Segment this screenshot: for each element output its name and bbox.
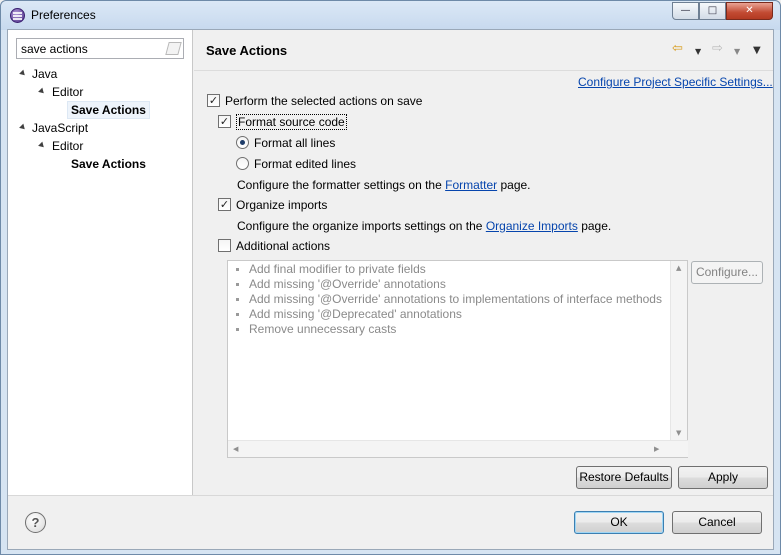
help-icon[interactable]: ? [25,512,46,533]
format-edited-lines-radio[interactable] [236,157,249,170]
header-divider [194,70,773,71]
configure-button[interactable]: Configure... [691,261,763,284]
format-source-label-wrap[interactable]: Format source code [236,114,347,130]
page-title: Save Actions [206,43,288,58]
apply-button[interactable]: Apply [678,466,768,489]
bullet-icon [236,328,239,331]
forward-history-dropdown-icon[interactable]: ▼ [734,45,740,59]
preference-tree-pane: save actions Java Editor Save Actions Ja… [8,30,193,495]
view-menu-icon[interactable]: ▼ [753,44,761,58]
tree-item-java[interactable]: Java [32,65,57,83]
expand-arrow-icon[interactable] [38,87,46,96]
window-title: Preferences [31,8,96,22]
expand-arrow-icon[interactable] [38,141,46,150]
back-history-dropdown-icon[interactable]: ▼ [695,45,701,59]
scroll-left-icon[interactable]: ◀ [233,445,238,453]
preference-page: Save Actions ⇦ ▼ ⇨ ▼ ▼ Configure Project… [194,30,773,495]
scroll-down-icon[interactable]: ▼ [676,429,681,437]
bullet-icon [236,298,239,301]
dialog-client-area: save actions Java Editor Save Actions Ja… [7,29,774,550]
preferences-window: Preferences — □ ✕ save actions Java Edit… [0,0,781,555]
footer-divider [8,495,773,496]
filter-input[interactable]: save actions [16,38,184,59]
organize-imports-description: Configure the organize imports settings … [237,218,611,234]
format-all-lines-label[interactable]: Format all lines [254,135,335,151]
maximize-button[interactable]: □ [699,2,726,20]
title-bar[interactable]: Preferences — □ ✕ [1,1,780,30]
format-source-label[interactable]: Format source code [236,114,347,130]
perform-actions-checkbox[interactable]: ✓ [207,94,220,107]
tree-item-javascript-editor[interactable]: Editor [52,137,83,155]
organize-imports-link[interactable]: Organize Imports [486,219,578,233]
format-edited-lines-label[interactable]: Format edited lines [254,156,356,172]
tree-item-javascript-save-actions[interactable]: Save Actions [71,155,146,173]
tree-item-java-save-actions[interactable]: Save Actions [67,101,150,119]
configure-project-settings-link[interactable]: Configure Project Specific Settings... [578,75,773,89]
back-arrow-icon[interactable]: ⇦ [672,42,683,56]
expand-arrow-icon[interactable] [19,123,27,132]
tree-item-java-editor[interactable]: Editor [52,83,83,101]
minimize-button[interactable]: — [672,2,699,20]
additional-actions-list[interactable]: Add final modifier to private fields Add… [227,260,688,458]
bullet-icon [236,268,239,271]
cancel-button[interactable]: Cancel [672,511,762,534]
eclipse-icon [10,8,25,23]
formatter-text-pre: Configure the formatter settings on the [237,178,446,192]
expand-arrow-icon[interactable] [19,69,27,78]
scroll-up-icon[interactable]: ▲ [676,264,681,272]
bullet-icon [236,283,239,286]
additional-actions-checkbox[interactable] [218,239,231,252]
scroll-right-icon[interactable]: ▶ [654,445,659,453]
horizontal-scrollbar[interactable]: ◀ ▶ [228,440,688,457]
additional-actions-label[interactable]: Additional actions [236,238,330,254]
restore-defaults-button[interactable]: Restore Defaults [576,466,672,489]
tree-item-javascript[interactable]: JavaScript [32,119,88,137]
vertical-scrollbar[interactable]: ▲ ▼ [670,261,687,442]
formatter-text-post: page. [497,178,531,192]
forward-arrow-icon[interactable]: ⇨ [712,42,723,56]
formatter-link[interactable]: Formatter [445,178,497,192]
format-all-lines-radio[interactable] [236,136,249,149]
formatter-description: Configure the formatter settings on the … [237,177,531,193]
clear-filter-icon[interactable] [165,42,182,55]
ok-button[interactable]: OK [574,511,664,534]
format-source-checkbox[interactable]: ✓ [218,115,231,128]
perform-actions-label[interactable]: Perform the selected actions on save [225,93,422,109]
bullet-icon [236,313,239,316]
close-button[interactable]: ✕ [726,2,773,20]
filter-value: save actions [21,42,88,56]
organize-text-post: page. [577,219,612,233]
organize-imports-checkbox[interactable]: ✓ [218,198,231,211]
organize-text-pre: Configure the organize imports settings … [237,219,486,233]
organize-imports-label[interactable]: Organize imports [236,197,327,213]
